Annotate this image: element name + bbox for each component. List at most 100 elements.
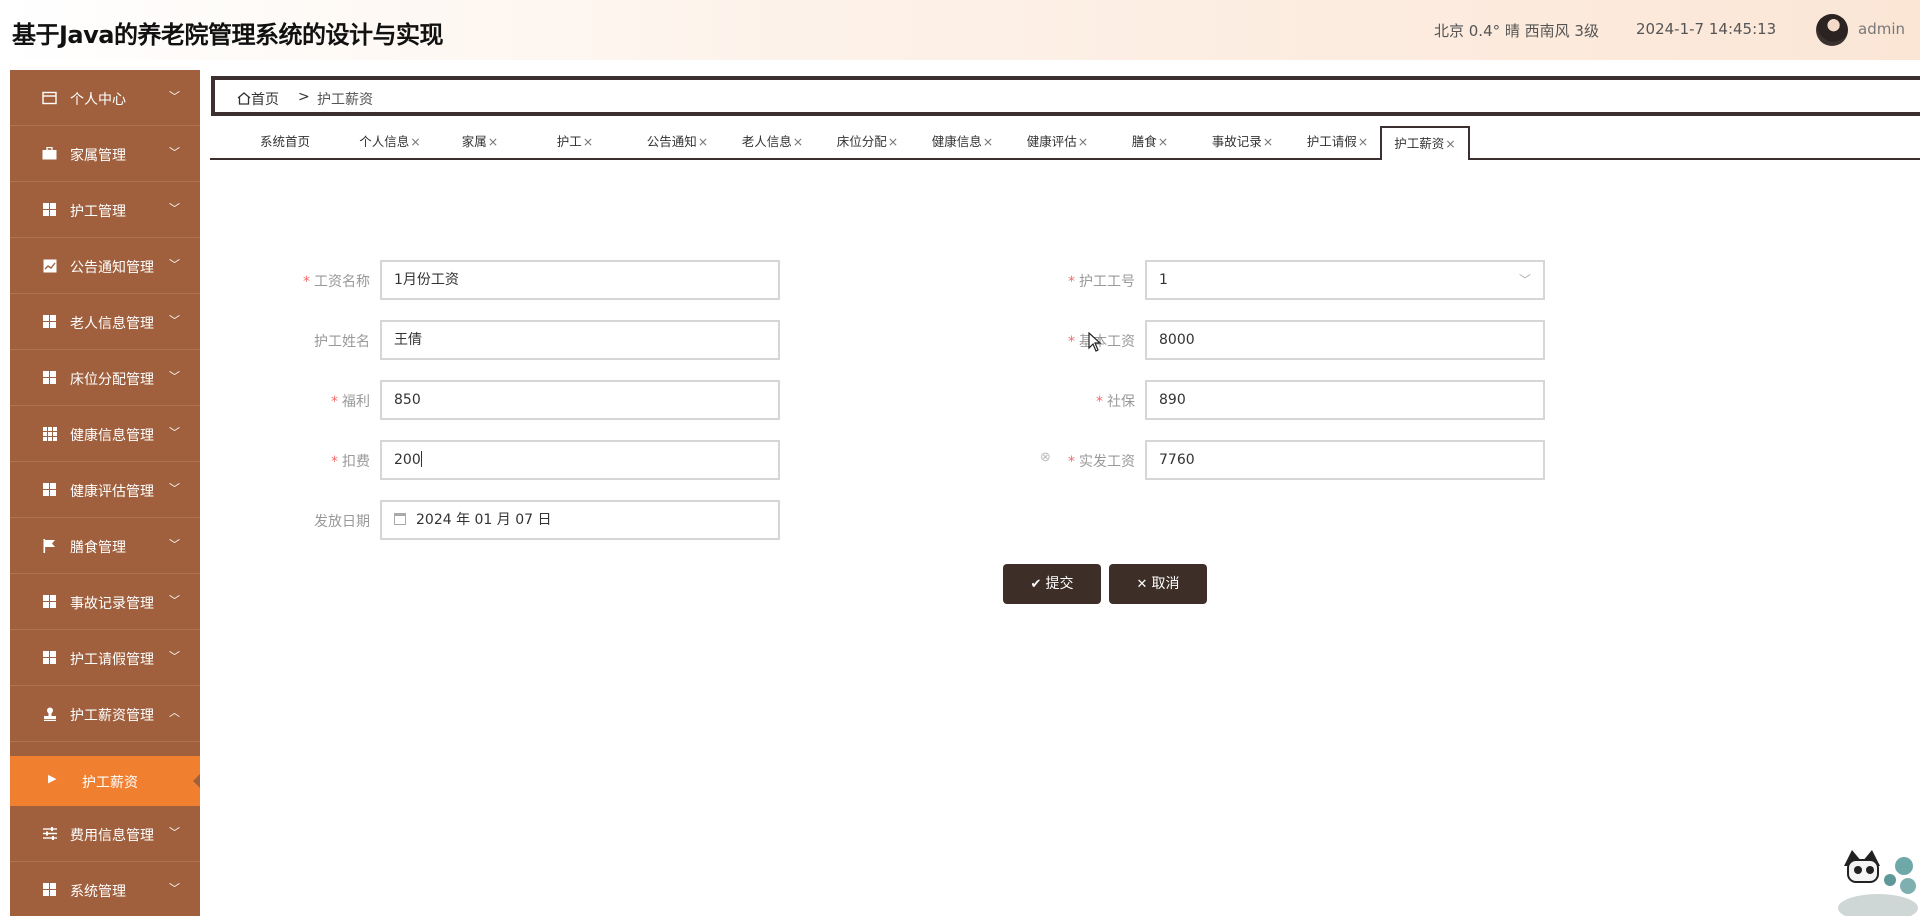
tab-label: 护工薪资 <box>1394 136 1445 151</box>
chart-icon <box>42 258 57 273</box>
tab-notice[interactable]: 公告通知× <box>635 126 720 158</box>
tab-meal[interactable]: 膳食× <box>1115 126 1185 158</box>
chevron-down-icon: ﹀ <box>169 426 180 439</box>
social-security-input[interactable]: 890 <box>1145 380 1545 420</box>
chevron-down-icon: ﹀ <box>169 482 180 495</box>
sidebar-item-nurse-leave[interactable]: 护工请假管理 ﹀ <box>10 630 200 686</box>
salary-name-label: * 工资名称 <box>303 274 370 290</box>
tab-close-icon[interactable]: × <box>1158 134 1168 149</box>
sidebar-item-label: 护工请假管理 <box>70 652 154 668</box>
datetime: 2024-1-7 14:45:13 <box>1636 20 1777 38</box>
tab-close-icon[interactable]: × <box>888 134 898 149</box>
nurse-id-value: 1 <box>1159 272 1168 288</box>
tab-bed-allocation[interactable]: 床位分配× <box>825 126 910 158</box>
username[interactable]: admin <box>1858 20 1905 38</box>
weather-info: 北京 0.4° 晴 西南风 3级 <box>1434 22 1599 40</box>
welfare-input[interactable]: 850 <box>380 380 780 420</box>
breadcrumb-current: 护工薪资 <box>317 92 373 108</box>
sidebar-item-label: 床位分配管理 <box>70 372 154 388</box>
sidebar-item-notice[interactable]: 公告通知管理 ﹀ <box>10 238 200 294</box>
pay-date-label: 发放日期 <box>314 514 370 530</box>
chevron-down-icon: ﹀ <box>169 258 180 271</box>
sidebar-item-nurse[interactable]: 护工管理 ﹀ <box>10 182 200 238</box>
tab-label: 护工 <box>556 134 582 149</box>
sidebar-item-nurse-salary[interactable]: 护工薪资管理 ︿ <box>10 686 200 742</box>
welfare-label: * 福利 <box>331 394 370 410</box>
salary-name-input[interactable]: 1月份工资 <box>380 260 780 300</box>
tab-nurse-leave[interactable]: 护工请假× <box>1295 126 1380 158</box>
grid-icon <box>42 882 57 897</box>
tab-close-icon[interactable]: × <box>698 134 708 149</box>
sidebar-item-label: 健康信息管理 <box>70 428 154 444</box>
tab-close-icon[interactable]: × <box>1263 134 1273 149</box>
avatar[interactable] <box>1816 14 1848 46</box>
tab-label: 膳食 <box>1131 134 1157 149</box>
tab-label: 健康信息 <box>931 134 982 149</box>
tab-close-icon[interactable]: × <box>793 134 803 149</box>
tab-close-icon[interactable]: × <box>1358 134 1368 149</box>
nurse-id-select[interactable]: 1 ﹀ <box>1145 260 1545 300</box>
tab-system-home[interactable]: 系统首页 <box>245 126 325 158</box>
chevron-down-icon: ﹀ <box>169 594 180 607</box>
tab-label: 公告通知 <box>646 134 697 149</box>
sidebar-item-health-assessment[interactable]: 健康评估管理 ﹀ <box>10 462 200 518</box>
submit-button[interactable]: ✔ 提交 <box>1003 564 1101 604</box>
text-caret <box>420 451 422 467</box>
caret-right-icon: ▶ <box>48 772 57 785</box>
chevron-down-icon: ﹀ <box>169 90 180 103</box>
sidebar-item-health-info[interactable]: 健康信息管理 ﹀ <box>10 406 200 462</box>
tab-personal-info[interactable]: 个人信息× <box>350 126 430 158</box>
chevron-down-icon: ﹀ <box>169 314 180 327</box>
deduction-input[interactable]: 200 <box>380 440 780 480</box>
app-header: 基于Java的养老院管理系统的设计与实现 北京 0.4° 晴 西南风 3级 20… <box>0 0 1920 60</box>
sidebar-item-meal[interactable]: 膳食管理 ﹀ <box>10 518 200 574</box>
sidebar-subitem-nurse-salary[interactable]: ▶ 护工薪资 <box>10 756 200 806</box>
grid-icon <box>42 482 57 497</box>
sidebar-item-fee-info[interactable]: 费用信息管理 ﹀ <box>10 806 200 862</box>
tab-accident[interactable]: 事故记录× <box>1200 126 1285 158</box>
app-title: 基于Java的养老院管理系统的设计与实现 <box>12 21 443 49</box>
flag-icon <box>42 538 57 553</box>
tab-health-assessment[interactable]: 健康评估× <box>1015 126 1100 158</box>
net-salary-input[interactable]: 7760 <box>1145 440 1545 480</box>
tab-label: 事故记录 <box>1211 134 1262 149</box>
sidebar-item-personal-center[interactable]: 个人中心 ﹀ <box>10 70 200 126</box>
sidebar-item-bed-allocation[interactable]: 床位分配管理 ﹀ <box>10 350 200 406</box>
pay-date-picker[interactable]: 2024 年 01 月 07 日 <box>380 500 780 540</box>
tab-close-icon[interactable]: × <box>1445 136 1455 151</box>
calendar-icon <box>42 90 57 105</box>
close-icon: ✕ <box>1136 577 1148 592</box>
cancel-button[interactable]: ✕ 取消 <box>1109 564 1207 604</box>
sidebar-item-elder-info[interactable]: 老人信息管理 ﹀ <box>10 294 200 350</box>
breadcrumb-home[interactable]: 首页 <box>237 89 279 109</box>
mascot-decoration <box>1808 846 1920 920</box>
tab-close-icon[interactable]: × <box>983 134 993 149</box>
chevron-down-icon: ﹀ <box>1518 273 1531 287</box>
tab-close-icon[interactable]: × <box>410 134 420 149</box>
tab-elder-info[interactable]: 老人信息× <box>730 126 815 158</box>
sidebar-item-label: 老人信息管理 <box>70 316 154 332</box>
tab-nurse-salary[interactable]: 护工薪资× <box>1380 126 1470 160</box>
sidebar-item-accident[interactable]: 事故记录管理 ﹀ <box>10 574 200 630</box>
calendar-icon <box>394 513 406 525</box>
tab-close-icon[interactable]: × <box>488 134 498 149</box>
chevron-down-icon: ﹀ <box>169 146 180 159</box>
nurse-name-input[interactable]: 王倩 <box>380 320 780 360</box>
grid9-icon <box>42 426 57 441</box>
tabs-bar: 系统首页 个人信息× 家属× 护工× 公告通知× 老人信息× 床位分配× 健康信… <box>210 126 1920 160</box>
sidebar-item-label: 个人中心 <box>70 92 126 108</box>
check-icon: ✔ <box>1030 577 1042 592</box>
sidebar-item-family[interactable]: 家属管理 ﹀ <box>10 126 200 182</box>
tab-close-icon[interactable]: × <box>1078 134 1088 149</box>
chevron-down-icon: ﹀ <box>169 882 180 895</box>
chevron-down-icon: ﹀ <box>169 650 180 663</box>
tab-nurse[interactable]: 护工× <box>540 126 610 158</box>
tab-label: 护工请假 <box>1306 134 1357 149</box>
grid-icon <box>42 370 57 385</box>
tab-close-icon[interactable]: × <box>583 134 593 149</box>
tab-health-info[interactable]: 健康信息× <box>920 126 1005 158</box>
sidebar-item-system[interactable]: 系统管理 ﹀ <box>10 862 200 916</box>
base-salary-input[interactable]: 8000 <box>1145 320 1545 360</box>
tab-family[interactable]: 家属× <box>445 126 515 158</box>
sidebar-item-label: 膳食管理 <box>70 540 126 556</box>
